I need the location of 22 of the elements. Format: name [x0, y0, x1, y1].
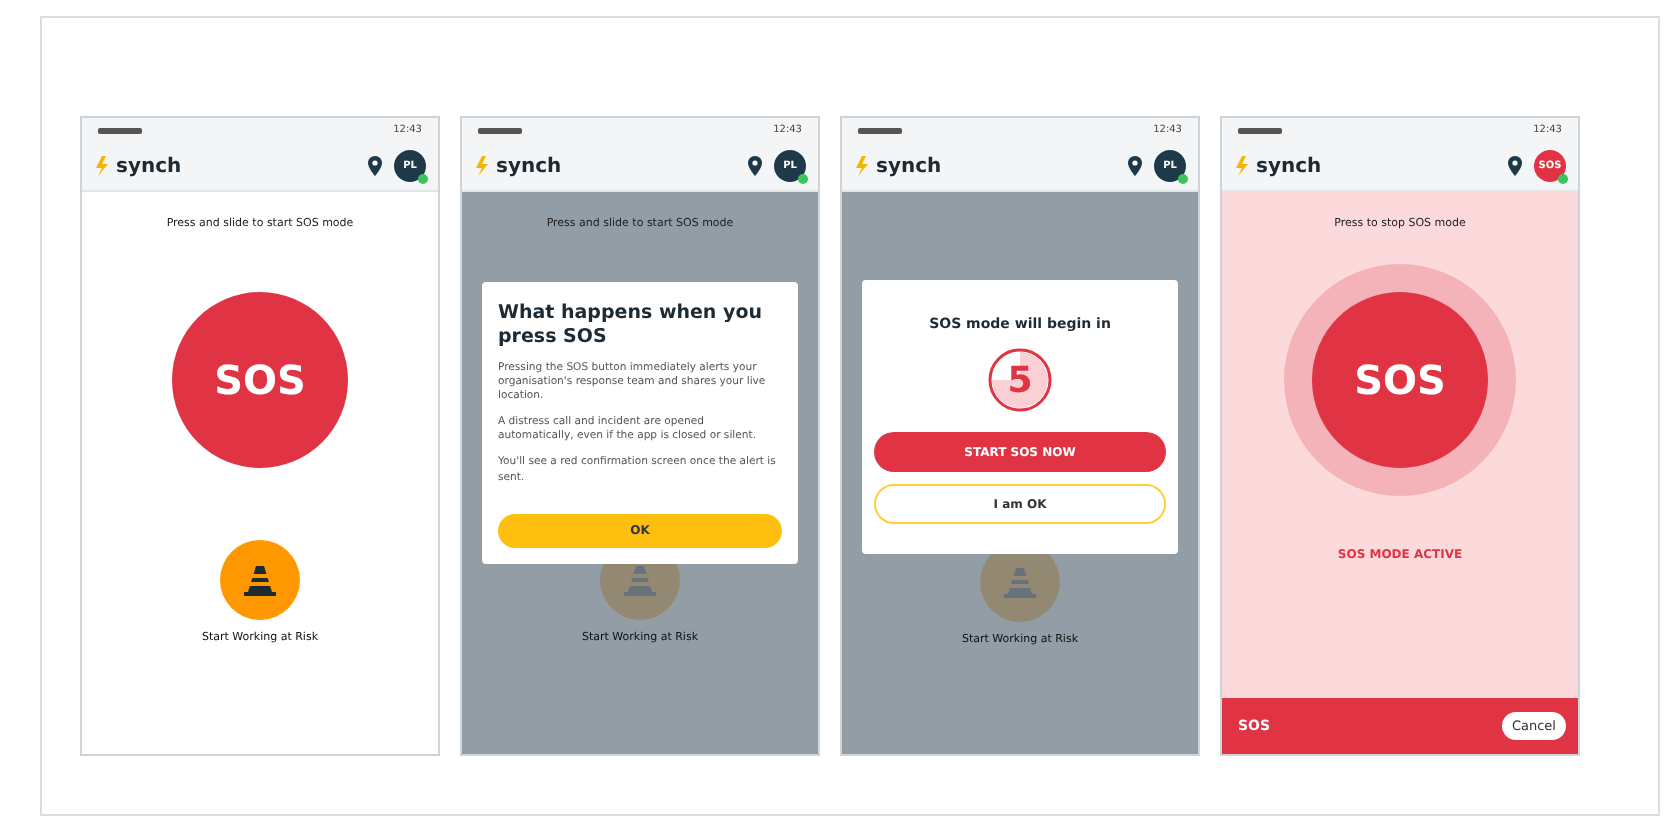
working-at-risk-button[interactable]	[220, 540, 300, 620]
lightning-logo-icon	[854, 156, 874, 176]
logo-text: synch	[496, 155, 562, 177]
dialog-title: What happens when you press SOS	[498, 302, 764, 350]
location-pin-icon	[748, 156, 762, 176]
logo-text: synch	[116, 155, 182, 177]
lightning-logo-icon	[94, 156, 114, 176]
location-pin-icon	[1508, 156, 1522, 176]
online-dot	[418, 174, 428, 184]
lightning-logo-icon	[474, 156, 494, 176]
location-pin-icon	[1128, 156, 1142, 176]
logo-text: synch	[876, 155, 942, 177]
online-dot	[798, 174, 808, 184]
lightning-logo-icon	[1234, 156, 1254, 176]
online-dot	[1558, 174, 1568, 184]
sos-button[interactable]: SOS	[1312, 292, 1488, 468]
logo-text: synch	[1256, 155, 1322, 177]
location-pin-icon	[368, 156, 382, 176]
countdown-number: 5	[1005, 357, 1035, 405]
sos-button[interactable]: SOS	[172, 292, 348, 468]
traffic-cone-icon	[244, 564, 276, 596]
online-dot	[1178, 174, 1188, 184]
